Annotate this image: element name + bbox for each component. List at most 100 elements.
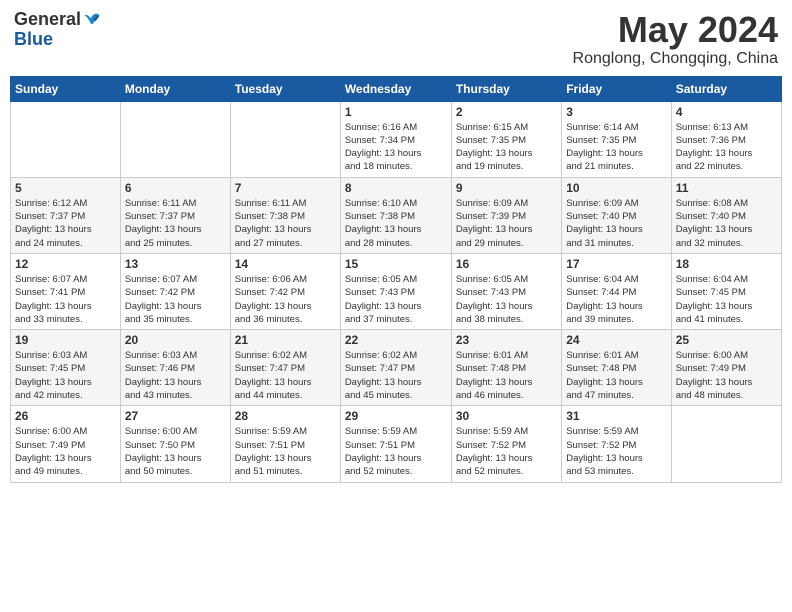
calendar-cell: 4 Sunrise: 6:13 AMSunset: 7:36 PMDaylight… [671,101,781,177]
calendar-cell: 2Sunrise: 6:15 AMSunset: 7:35 PMDaylight… [451,101,561,177]
calendar-header-wednesday: Wednesday [340,76,451,101]
calendar-cell: 19 Sunrise: 6:03 AMSunset: 7:45 PMDayligh… [11,330,121,406]
cell-content: Sunrise: 6:07 AMSunset: 7:42 PMDaylight:… [125,273,226,326]
cell-content: Sunrise: 6:13 AMSunset: 7:36 PMDaylight:… [676,121,777,174]
cell-content: Sunrise: 6:00 AMSunset: 7:49 PMDaylight:… [676,349,777,402]
day-number: 21 [235,333,336,347]
calendar-cell: 12 Sunrise: 6:07 AMSunset: 7:41 PMDayligh… [11,253,121,329]
calendar-cell: 22 Sunrise: 6:02 AMSunset: 7:47 PMDayligh… [340,330,451,406]
cell-content: Sunrise: 6:03 AMSunset: 7:45 PMDaylight:… [15,349,116,402]
cell-content: Sunrise: 6:06 AMSunset: 7:42 PMDaylight:… [235,273,336,326]
calendar-cell: 30 Sunrise: 5:59 AMSunset: 7:52 PMDayligh… [451,406,561,482]
day-number: 16 [456,257,557,271]
page-header: General Blue May 2024 Ronglong, Chongqin… [10,10,782,68]
calendar-cell: 1Sunrise: 6:16 AMSunset: 7:34 PMDaylight… [340,101,451,177]
calendar-cell: 7Sunrise: 6:11 AMSunset: 7:38 PMDaylight… [230,177,340,253]
calendar-cell: 5Sunrise: 6:12 AMSunset: 7:37 PMDaylight… [11,177,121,253]
logo: General Blue [14,10,101,50]
logo-bird-icon [83,11,101,29]
calendar-header-monday: Monday [120,76,230,101]
calendar-week-row: 1Sunrise: 6:16 AMSunset: 7:34 PMDaylight… [11,101,782,177]
calendar-cell: 15Sunrise: 6:05 AMSunset: 7:43 PMDayligh… [340,253,451,329]
cell-content: Sunrise: 5:59 AMSunset: 7:52 PMDaylight:… [566,425,666,478]
day-number: 8 [345,181,447,195]
cell-content: Sunrise: 5:59 AMSunset: 7:52 PMDaylight:… [456,425,557,478]
calendar-cell: 16 Sunrise: 6:05 AMSunset: 7:43 PMDayligh… [451,253,561,329]
calendar-cell [230,101,340,177]
calendar-cell: 9Sunrise: 6:09 AMSunset: 7:39 PMDaylight… [451,177,561,253]
cell-content: Sunrise: 6:10 AMSunset: 7:38 PMDaylight:… [345,197,447,250]
cell-content: Sunrise: 6:08 AMSunset: 7:40 PMDaylight:… [676,197,777,250]
day-number: 26 [15,409,116,423]
cell-content: Sunrise: 6:05 AMSunset: 7:43 PMDaylight:… [456,273,557,326]
cell-content: Sunrise: 6:14 AMSunset: 7:35 PMDaylight:… [566,121,666,174]
day-number: 14 [235,257,336,271]
day-number: 25 [676,333,777,347]
calendar-header-tuesday: Tuesday [230,76,340,101]
calendar-cell: 14 Sunrise: 6:06 AMSunset: 7:42 PMDayligh… [230,253,340,329]
calendar-cell: 10 Sunrise: 6:09 AMSunset: 7:40 PMDayligh… [562,177,671,253]
cell-content: Sunrise: 6:03 AMSunset: 7:46 PMDaylight:… [125,349,226,402]
cell-content: Sunrise: 6:09 AMSunset: 7:40 PMDaylight:… [566,197,666,250]
calendar-cell: 23 Sunrise: 6:01 AMSunset: 7:48 PMDayligh… [451,330,561,406]
day-number: 28 [235,409,336,423]
day-number: 6 [125,181,226,195]
day-number: 30 [456,409,557,423]
calendar-cell: 24 Sunrise: 6:01 AMSunset: 7:48 PMDayligh… [562,330,671,406]
logo-general-text: General [14,10,81,30]
day-number: 3 [566,105,666,119]
calendar-cell: 28Sunrise: 5:59 AMSunset: 7:51 PMDayligh… [230,406,340,482]
day-number: 11 [676,181,777,195]
cell-content: Sunrise: 6:01 AMSunset: 7:48 PMDaylight:… [566,349,666,402]
calendar-header-row: SundayMondayTuesdayWednesdayThursdayFrid… [11,76,782,101]
day-number: 19 [15,333,116,347]
calendar-cell: 21Sunrise: 6:02 AMSunset: 7:47 PMDayligh… [230,330,340,406]
calendar-cell: 31 Sunrise: 5:59 AMSunset: 7:52 PMDayligh… [562,406,671,482]
day-number: 12 [15,257,116,271]
logo-blue-text: Blue [14,30,101,50]
calendar-cell: 8 Sunrise: 6:10 AMSunset: 7:38 PMDaylight… [340,177,451,253]
cell-content: Sunrise: 6:04 AMSunset: 7:45 PMDaylight:… [676,273,777,326]
calendar-cell [120,101,230,177]
calendar-cell: 11 Sunrise: 6:08 AMSunset: 7:40 PMDayligh… [671,177,781,253]
calendar-cell: 26 Sunrise: 6:00 AMSunset: 7:49 PMDayligh… [11,406,121,482]
cell-content: Sunrise: 6:15 AMSunset: 7:35 PMDaylight:… [456,121,557,174]
calendar-cell: 29 Sunrise: 5:59 AMSunset: 7:51 PMDayligh… [340,406,451,482]
title-area: May 2024 Ronglong, Chongqing, China [573,10,778,68]
day-number: 17 [566,257,666,271]
calendar-header-friday: Friday [562,76,671,101]
day-number: 4 [676,105,777,119]
cell-content: Sunrise: 6:04 AMSunset: 7:44 PMDaylight:… [566,273,666,326]
cell-content: Sunrise: 6:00 AMSunset: 7:50 PMDaylight:… [125,425,226,478]
calendar-cell: 25 Sunrise: 6:00 AMSunset: 7:49 PMDayligh… [671,330,781,406]
cell-content: Sunrise: 6:11 AMSunset: 7:38 PMDaylight:… [235,197,336,250]
cell-content: Sunrise: 6:07 AMSunset: 7:41 PMDaylight:… [15,273,116,326]
calendar-cell: 13 Sunrise: 6:07 AMSunset: 7:42 PMDayligh… [120,253,230,329]
cell-content: Sunrise: 6:12 AMSunset: 7:37 PMDaylight:… [15,197,116,250]
calendar-week-row: 26 Sunrise: 6:00 AMSunset: 7:49 PMDayligh… [11,406,782,482]
day-number: 27 [125,409,226,423]
cell-content: Sunrise: 5:59 AMSunset: 7:51 PMDaylight:… [345,425,447,478]
day-number: 15 [345,257,447,271]
day-number: 31 [566,409,666,423]
calendar-header-thursday: Thursday [451,76,561,101]
cell-content: Sunrise: 6:11 AMSunset: 7:37 PMDaylight:… [125,197,226,250]
cell-content: Sunrise: 6:00 AMSunset: 7:49 PMDaylight:… [15,425,116,478]
day-number: 13 [125,257,226,271]
cell-content: Sunrise: 6:01 AMSunset: 7:48 PMDaylight:… [456,349,557,402]
day-number: 10 [566,181,666,195]
cell-content: Sunrise: 6:02 AMSunset: 7:47 PMDaylight:… [345,349,447,402]
calendar-week-row: 12 Sunrise: 6:07 AMSunset: 7:41 PMDayligh… [11,253,782,329]
cell-content: Sunrise: 6:16 AMSunset: 7:34 PMDaylight:… [345,121,447,174]
month-title: May 2024 [573,10,778,50]
calendar-cell: 6 Sunrise: 6:11 AMSunset: 7:37 PMDaylight… [120,177,230,253]
calendar-cell: 17 Sunrise: 6:04 AMSunset: 7:44 PMDayligh… [562,253,671,329]
day-number: 29 [345,409,447,423]
day-number: 22 [345,333,447,347]
day-number: 23 [456,333,557,347]
calendar-cell: 20Sunrise: 6:03 AMSunset: 7:46 PMDayligh… [120,330,230,406]
calendar-cell [11,101,121,177]
day-number: 24 [566,333,666,347]
calendar-table: SundayMondayTuesdayWednesdayThursdayFrid… [10,76,782,483]
day-number: 18 [676,257,777,271]
